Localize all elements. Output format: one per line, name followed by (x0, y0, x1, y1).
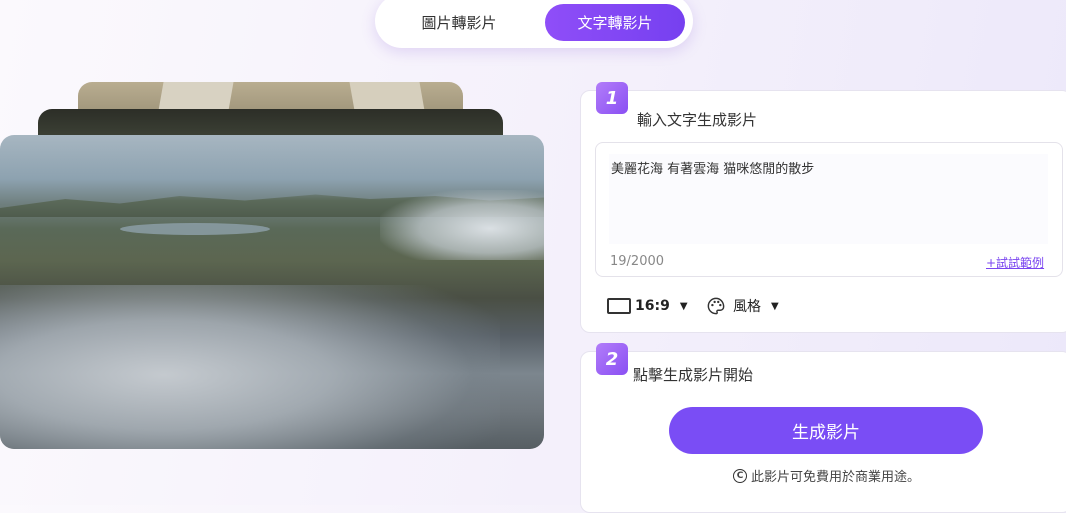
tab-text-to-video[interactable]: 文字轉影片 (545, 4, 685, 41)
caret-down-icon: ▼ (771, 300, 779, 312)
aspect-ratio-dropdown[interactable]: 16:9 ▼ (607, 296, 688, 316)
try-example-link[interactable]: +試試範例 (986, 254, 1044, 271)
aspect-ratio-value: 16:9 (635, 298, 670, 314)
copyright-icon: C (733, 468, 747, 483)
caret-down-icon: ▼ (679, 300, 688, 312)
commercial-use-note: C 此影片可免費用於商業用途。 (733, 466, 920, 485)
mode-tabs: 圖片轉影片 文字轉影片 (375, 0, 693, 48)
style-dropdown[interactable]: 風格 ▼ (707, 296, 779, 316)
step2-title: 點擊生成影片開始 (633, 366, 754, 384)
step2-badge: 2 (596, 343, 628, 375)
step1-badge: 1 (596, 82, 628, 114)
prompt-input[interactable]: 美麗花海 有著雲海 猫咪悠閒的散步 (609, 154, 1048, 244)
tab-image-to-video[interactable]: 圖片轉影片 (385, 4, 533, 41)
commercial-use-text: 此影片可免費用於商業用途。 (751, 470, 921, 485)
style-label: 風格 (733, 299, 761, 315)
palette-icon (707, 297, 725, 315)
generate-video-button[interactable]: 生成影片 (669, 407, 983, 454)
char-counter: 19/2000 (610, 254, 665, 269)
aspect-ratio-icon (607, 298, 631, 314)
step1-title: 輸入文字生成影片 (637, 111, 758, 129)
preview-image-front (0, 135, 544, 449)
